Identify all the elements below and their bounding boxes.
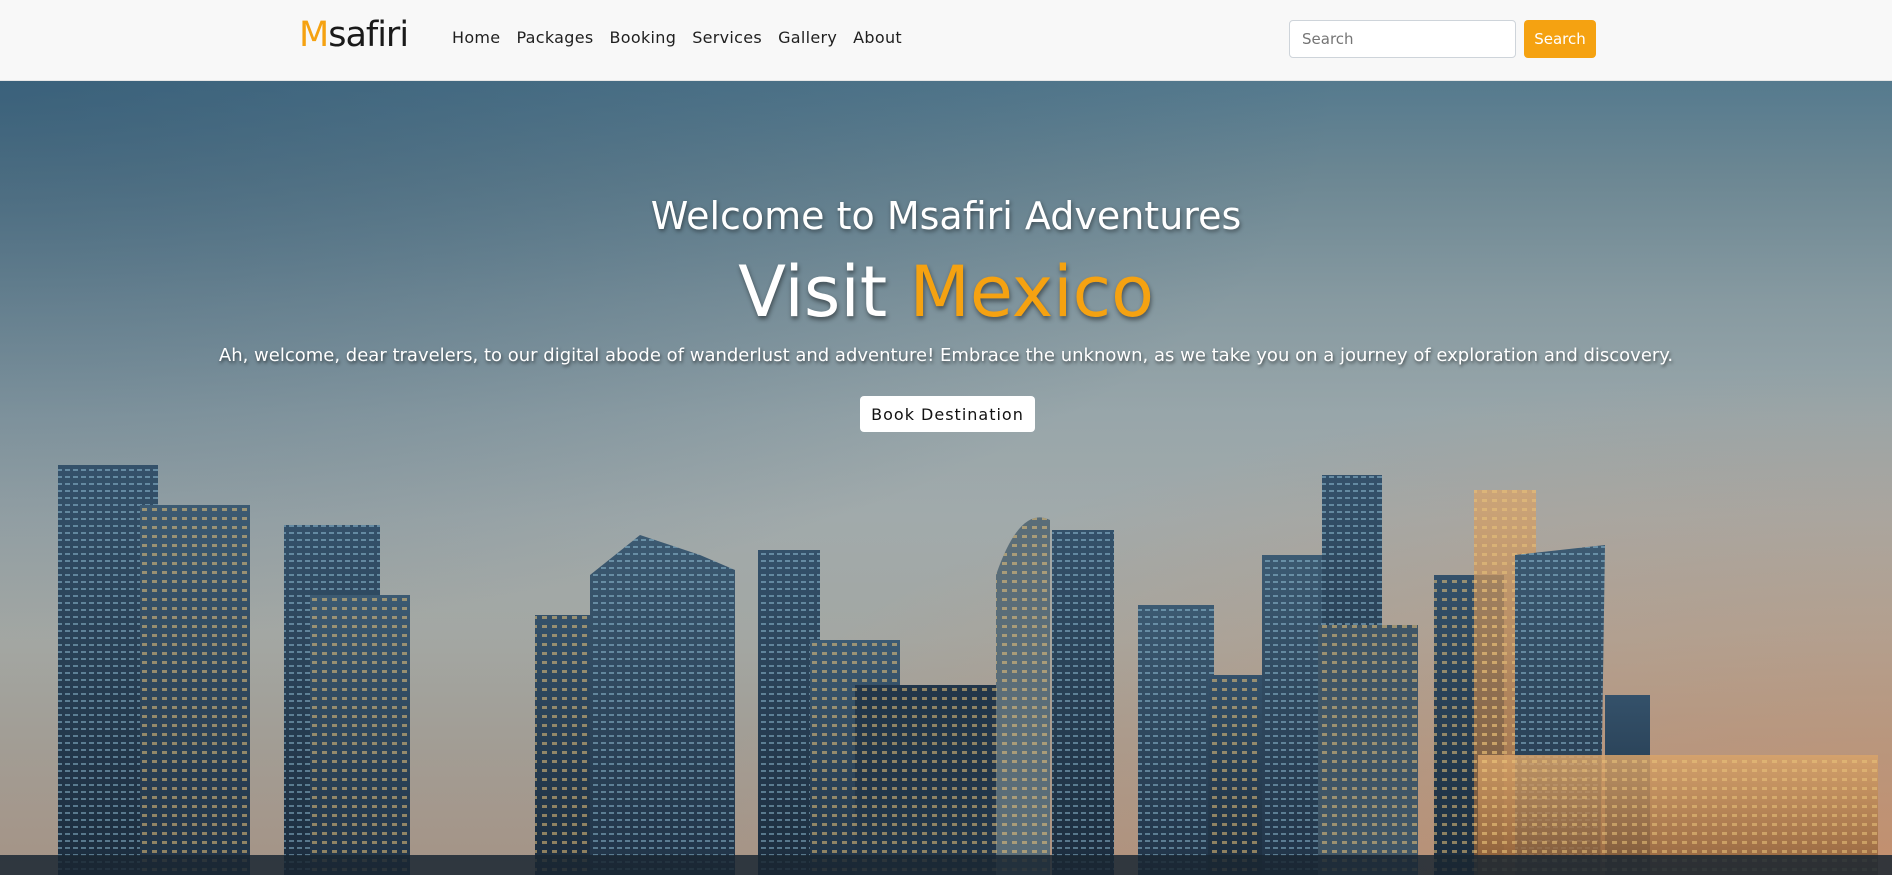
nav-link-about[interactable]: About bbox=[845, 26, 910, 50]
hero-destination-heading: Visit Mexico bbox=[0, 249, 1892, 335]
brand-initial: M bbox=[299, 15, 329, 55]
hero-destination-name: Mexico bbox=[909, 251, 1154, 333]
hero-description: Ah, welcome, dear travelers, to our digi… bbox=[218, 345, 1674, 366]
nav-link-gallery[interactable]: Gallery bbox=[770, 26, 845, 50]
hero-visit-prefix: Visit bbox=[738, 251, 910, 333]
search-input[interactable] bbox=[1289, 20, 1516, 58]
search-form: Search bbox=[1289, 20, 1596, 58]
nav-link-services[interactable]: Services bbox=[684, 26, 770, 50]
navbar: Msafiri Home Packages Booking Services G… bbox=[0, 0, 1892, 81]
brand-name: safiri bbox=[328, 15, 409, 55]
hero-section: Welcome to Msafiri Adventures Visit Mexi… bbox=[0, 81, 1892, 875]
nav-menu: Home Packages Booking Services Gallery A… bbox=[452, 26, 910, 50]
search-button[interactable]: Search bbox=[1524, 20, 1596, 58]
nav-link-booking[interactable]: Booking bbox=[602, 26, 685, 50]
book-destination-button[interactable]: Book Destination bbox=[860, 396, 1035, 432]
nav-link-packages[interactable]: Packages bbox=[508, 26, 601, 50]
city-skyline-image bbox=[0, 465, 1892, 875]
nav-link-home[interactable]: Home bbox=[452, 26, 508, 50]
hero-welcome-heading: Welcome to Msafiri Adventures bbox=[650, 194, 1242, 238]
brand-logo[interactable]: Msafiri bbox=[299, 13, 409, 57]
